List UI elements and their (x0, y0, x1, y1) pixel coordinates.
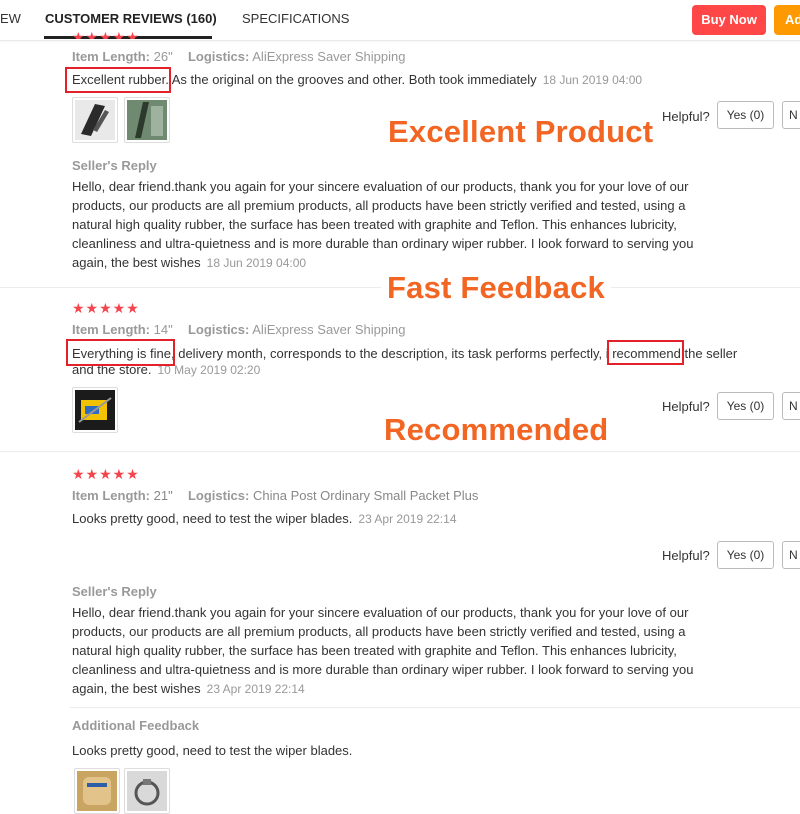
review-3-reply-text: Hello, dear friend.thank you again for y… (72, 605, 694, 696)
review-3-text-content: Looks pretty good, need to test the wipe… (72, 511, 353, 526)
review-3-sellers-reply: Hello, dear friend.thank you again for y… (72, 603, 722, 699)
review-2-meta: Item Length: 14" Logistics: AliExpress S… (72, 322, 405, 337)
review-2-text-highlight-1: Everything is fine, (72, 346, 175, 361)
review-1-helpful-label: Helpful? (662, 109, 710, 124)
review-3-stars: ★★★★★ (72, 466, 140, 482)
review-3-text: Looks pretty good, need to test the wipe… (72, 509, 457, 529)
logistics-value: AliExpress Saver Shipping (252, 322, 406, 337)
review-1-sellers-reply-label: Seller's Reply (72, 158, 157, 173)
wiper-photo-2 (127, 100, 167, 140)
review-3-yes-button[interactable]: Yes (0) (717, 541, 774, 569)
review-2-yes-button[interactable]: Yes (0) (717, 392, 774, 420)
package-photo-1 (77, 771, 117, 811)
review-2-text-middle: delivery month, corresponds to the descr… (174, 346, 613, 361)
overlay-caption-recommended: Recommended (378, 412, 615, 448)
tab-overview[interactable]: EW (0, 0, 21, 40)
item-length-value: 21" (153, 488, 173, 503)
tab-specifications[interactable]: SPECIFICATIONS (242, 0, 349, 40)
item-length-label: Item Length: (72, 49, 150, 64)
review-3-thumb-1[interactable] (74, 768, 120, 814)
additional-feedback-text: Looks pretty good, need to test the wipe… (72, 743, 353, 758)
review-1-thumb-1[interactable] (72, 97, 118, 143)
review-2-thumb-1[interactable] (72, 387, 118, 433)
review-1-no-button[interactable]: N (782, 101, 800, 129)
wiper-photo-1 (75, 100, 115, 140)
review-1-date: 18 Jun 2019 04:00 (542, 73, 643, 87)
review-1-stars: ★★★★★ (72, 29, 140, 39)
item-length-value: 26" (153, 49, 173, 64)
logistics-value: AliExpress Saver Shipping (252, 49, 406, 64)
review-3-date: 23 Apr 2019 22:14 (358, 512, 457, 526)
review-1-yes-button[interactable]: Yes (0) (717, 101, 774, 129)
review-2-date: 10 May 2019 02:20 (157, 363, 261, 377)
additional-feedback-label: Additional Feedback (72, 718, 200, 733)
review-2-text-highlight-2: recommend (612, 346, 681, 361)
item-length-label: Item Length: (72, 488, 150, 503)
review-2-stars: ★★★★★ (72, 300, 140, 316)
review-1-sellers-reply: Hello, dear friend.thank you again for y… (72, 177, 722, 273)
review-3-thumb-2[interactable] (124, 768, 170, 814)
review-1-reply-date: 18 Jun 2019 04:00 (206, 256, 307, 270)
review-2-no-button[interactable]: N (782, 392, 800, 420)
add-to-cart-button[interactable]: Ad (774, 5, 800, 35)
review-1-text-highlight: Excellent rubber. (72, 72, 169, 87)
item-length-value: 14" (153, 322, 173, 337)
package-photo-2 (127, 771, 167, 811)
buy-now-button[interactable]: Buy Now (692, 5, 766, 35)
review-3-helpful-label: Helpful? (662, 548, 710, 563)
review-divider-2 (0, 451, 800, 452)
logistics-label: Logistics: (187, 49, 250, 64)
review-1-thumb-2[interactable] (124, 97, 170, 143)
review-3-reply-date: 23 Apr 2019 22:14 (206, 682, 305, 696)
overlay-caption-excellent-product: Excellent Product (382, 114, 660, 150)
logistics-value: China Post Ordinary Small Packet Plus (252, 488, 479, 503)
logistics-label: Logistics: (187, 322, 250, 337)
review-2-text-line2: and the store. 10 May 2019 02:20 (72, 360, 260, 380)
additional-feedback-divider (70, 707, 800, 708)
item-length-label: Item Length: (72, 322, 150, 337)
review-3-sellers-reply-label: Seller's Reply (72, 584, 157, 599)
review-1-meta: Item Length: 26" Logistics: AliExpress S… (72, 49, 405, 64)
review-2-text-line2-content: and the store. (72, 362, 152, 377)
wiper-package-photo (75, 390, 115, 430)
overlay-caption-fast-feedback: Fast Feedback (381, 270, 611, 306)
review-1-text-rest: As the original on the grooves and other… (168, 72, 537, 87)
review-1-reply-text: Hello, dear friend.thank you again for y… (72, 179, 694, 270)
review-1-text: Excellent rubber. As the original on the… (72, 70, 642, 90)
logistics-label: Logistics: (187, 488, 250, 503)
review-2-text-end: the seller (680, 346, 738, 361)
review-2-helpful-label: Helpful? (662, 399, 710, 414)
review-3-no-button[interactable]: N (782, 541, 800, 569)
review-3-meta: Item Length: 21" Logistics: China Post O… (72, 488, 478, 503)
